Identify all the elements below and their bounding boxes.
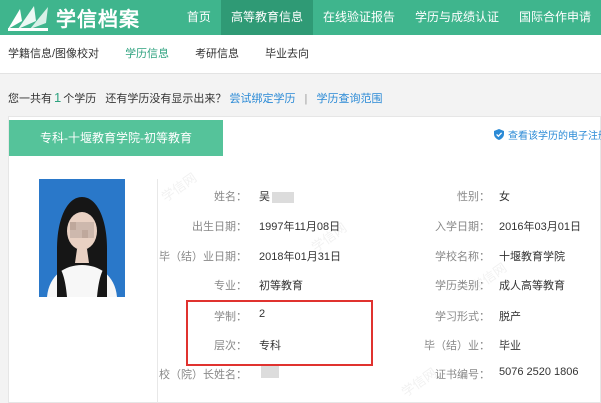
field-value-degree-category: 成人高等教育: [499, 280, 565, 292]
watermark: 学信网: [398, 364, 440, 400]
field-value-study-mode: 脱产: [499, 311, 521, 323]
verify-registration-link[interactable]: 查看该学历的电子注册: [494, 127, 601, 142]
field-value-name: 吴: [259, 188, 294, 204]
nav-international[interactable]: 国际合作申请: [509, 0, 601, 35]
field-label-name: 姓名：: [214, 191, 247, 203]
query-scope-link[interactable]: 学历查询范围: [316, 93, 382, 105]
field-value-principal-name: [259, 366, 279, 379]
redacted-block: [261, 366, 279, 379]
nav-higher-education[interactable]: 高等教育信息: [220, 0, 313, 35]
field-label-major: 专业：: [214, 280, 247, 292]
degree-tab[interactable]: 专科-十堰教育学院-初等教育: [9, 120, 223, 156]
main-nav: 首页 高等教育信息 在线验证报告 学历与成绩认证 国际合作申请: [177, 0, 601, 35]
field-label-principal-name: 校（院）长姓名：: [159, 369, 247, 381]
summary-prefix: 您一共有: [8, 93, 52, 105]
degree-card: 专科-十堰教育学院-初等教育 查看该学历的电子注册 学信网 学信网 学信网 学信…: [8, 116, 601, 403]
summary-question: 还有学历没有显示出来？: [105, 93, 227, 105]
field-value-school-name: 十堰教育学院: [499, 251, 565, 263]
degree-summary: 您一共有 1 个学历 还有学历没有显示出来？ 尝试绑定学历 | 学历查询范围: [8, 90, 382, 106]
field-label-birthdate: 出生日期：: [192, 221, 247, 233]
field-label-study-mode: 学习形式：: [435, 311, 490, 323]
student-photo: [39, 179, 125, 297]
field-label-enrollment-date: 入学日期：: [435, 221, 490, 233]
field-label-graduation-status: 毕（结）业：: [424, 340, 490, 352]
site-logo[interactable]: 学信档案: [0, 0, 177, 35]
tab-degree-info[interactable]: 学历信息: [112, 35, 182, 74]
portrait-image: [39, 179, 125, 297]
logo-text: 学信档案: [56, 9, 140, 31]
verify-link-text: 查看该学历的电子注册: [508, 131, 601, 142]
field-value-graduation-status: 毕业: [499, 340, 521, 352]
field-label-gender: 性别：: [457, 191, 490, 203]
summary-separator: |: [304, 93, 308, 105]
sub-nav: 学籍信息/图像校对 学历信息 考研信息 毕业去向: [0, 35, 601, 74]
redacted-block: [272, 191, 294, 203]
watermark: 学信网: [158, 169, 200, 205]
top-header: 学信档案 首页 高等教育信息 在线验证报告 学历与成绩认证 国际合作申请: [0, 0, 601, 35]
tab-graduate-destination[interactable]: 毕业去向: [252, 35, 322, 74]
field-value-birthdate: 1997年11月08日: [259, 221, 341, 233]
nav-home[interactable]: 首页: [177, 0, 221, 35]
nav-online-report[interactable]: 在线验证报告: [313, 0, 405, 35]
column-divider: [157, 179, 158, 403]
summary-suffix: 个学历: [63, 93, 97, 105]
degree-count: 1: [54, 90, 62, 105]
field-value-enrollment-date: 2016年03月01日: [499, 221, 581, 233]
field-value-graduation-date: 2018年01月31日: [259, 251, 341, 263]
tab-postgrad-info[interactable]: 考研信息: [182, 35, 252, 74]
shield-check-icon: [494, 129, 504, 140]
field-value-certificate-number: 5076 2520 1806: [499, 366, 579, 378]
bind-degree-link[interactable]: 尝试绑定学历: [229, 93, 295, 105]
book-logo-icon: [8, 5, 48, 31]
field-label-certificate-number: 证书编号：: [435, 369, 490, 381]
highlight-box: [186, 300, 373, 366]
nav-certification[interactable]: 学历与成绩认证: [405, 0, 509, 35]
field-label-school-name: 学校名称：: [435, 251, 490, 263]
field-label-graduation-date: 毕（结）业日期：: [159, 251, 247, 263]
tab-enrollment-info[interactable]: 学籍信息/图像校对: [0, 35, 112, 74]
field-value-major: 初等教育: [259, 280, 303, 292]
field-label-degree-category: 学历类别：: [435, 280, 490, 292]
field-value-gender: 女: [499, 191, 510, 203]
